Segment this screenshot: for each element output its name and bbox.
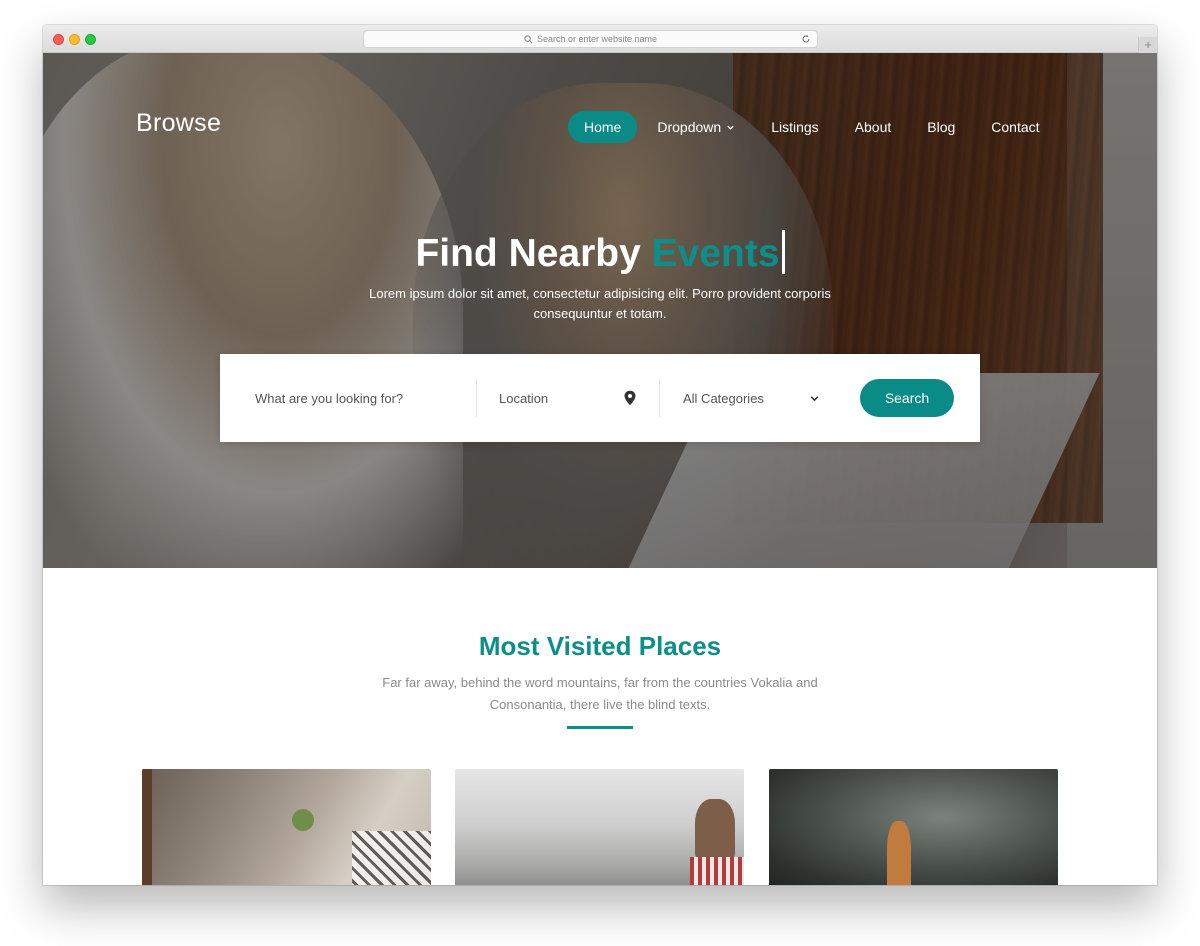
close-window-button[interactable] xyxy=(53,34,64,45)
keyword-input[interactable]: What are you looking for? xyxy=(220,379,477,417)
search-form: What are you looking for? Location All C… xyxy=(220,354,980,442)
hero-subtitle: Lorem ipsum dolor sit amet, consectetur … xyxy=(369,286,831,321)
section-divider xyxy=(567,726,633,729)
section-title: Most Visited Places xyxy=(478,631,722,661)
search-button[interactable]: Search xyxy=(860,379,954,417)
nav-item-dropdown[interactable]: Dropdown xyxy=(641,111,751,143)
search-icon xyxy=(524,34,533,44)
nav-item-listings[interactable]: Listings xyxy=(755,111,834,143)
card-image-frame xyxy=(142,769,152,885)
address-bar-placeholder: Search or enter website name xyxy=(536,34,658,44)
hero-section: Browse Home Dropdown Listings About Blog xyxy=(43,53,1157,568)
nav-item-label: Listings xyxy=(771,119,819,135)
browser-titlebar: Search or enter website name + xyxy=(43,25,1157,53)
typing-cursor xyxy=(781,230,785,274)
card-image-plant xyxy=(292,809,314,831)
hero-title-accent: Events xyxy=(651,232,780,275)
nav-item-label: Contact xyxy=(991,119,1040,135)
place-card-image[interactable] xyxy=(142,769,431,885)
section-subtitle: Far far away, behind the word mountains,… xyxy=(382,675,818,712)
hero-title: Find Nearby Events xyxy=(43,230,1157,276)
browser-window: Search or enter website name + Browse Ho… xyxy=(43,25,1157,885)
new-tab-button[interactable]: + xyxy=(1138,37,1157,53)
location-input-placeholder: Location xyxy=(499,390,549,406)
card-image-shirt xyxy=(690,857,744,885)
brand-logo[interactable]: Browse xyxy=(136,109,221,138)
chevron-down-icon xyxy=(727,125,734,130)
nav-item-home[interactable]: Home xyxy=(568,111,638,143)
address-bar[interactable]: Search or enter website name xyxy=(363,30,818,48)
minimize-window-button[interactable] xyxy=(69,34,80,45)
nav-item-label: About xyxy=(854,119,892,135)
nav-item-blog[interactable]: Blog xyxy=(911,111,971,143)
card-image-person xyxy=(695,799,735,859)
nav-item-contact[interactable]: Contact xyxy=(975,111,1055,143)
nav-item-label: Dropdown xyxy=(657,119,722,135)
zoom-window-button[interactable] xyxy=(85,34,96,45)
place-card-image[interactable] xyxy=(455,769,744,885)
card-image-pillow xyxy=(352,831,431,885)
nav-item-about[interactable]: About xyxy=(839,111,908,143)
chevron-down-icon xyxy=(810,396,819,402)
keyword-input-placeholder: What are you looking for? xyxy=(255,390,404,406)
category-select[interactable]: All Categories xyxy=(660,379,836,417)
hero-title-prefix: Find Nearby xyxy=(415,232,641,275)
place-card-image[interactable] xyxy=(769,769,1058,885)
location-input[interactable]: Location xyxy=(477,379,660,417)
reload-icon[interactable] xyxy=(801,34,811,44)
category-select-value: All Categories xyxy=(683,390,764,406)
card-image-hand xyxy=(887,821,911,885)
nav-item-label: Blog xyxy=(927,119,956,135)
map-pin-icon xyxy=(624,390,636,406)
main-nav: Home Dropdown Listings About Blog Contac… xyxy=(568,111,1060,143)
nav-item-label: Home xyxy=(584,119,622,135)
